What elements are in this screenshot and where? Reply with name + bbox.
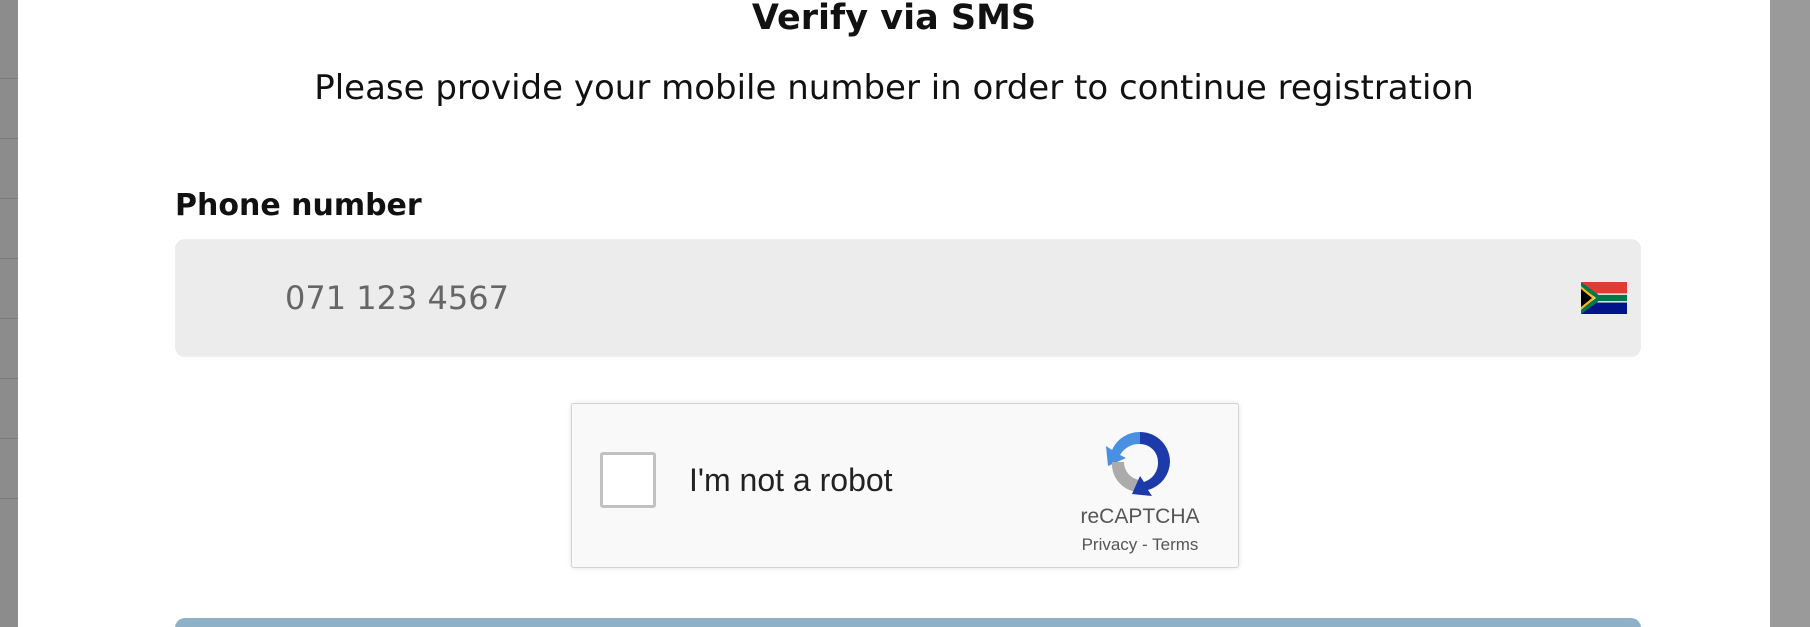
recaptcha-links: Privacy - Terms xyxy=(1048,535,1232,555)
recaptcha-label: I'm not a robot xyxy=(689,462,893,498)
continue-button[interactable] xyxy=(175,618,1641,627)
modal-title: Verify via SMS xyxy=(751,0,1037,38)
south-africa-flag-icon[interactable] xyxy=(1581,282,1627,314)
recaptcha-link-separator: - xyxy=(1142,535,1148,554)
verify-sms-modal: Verify via SMS Please provide your mobil… xyxy=(18,0,1770,627)
backdrop-right xyxy=(1770,0,1810,627)
phone-number-field[interactable] xyxy=(175,239,1641,357)
recaptcha-terms-link[interactable]: Terms xyxy=(1152,535,1198,554)
recaptcha-checkbox[interactable] xyxy=(600,452,656,508)
backdrop-left xyxy=(0,0,18,627)
recaptcha-logo-icon xyxy=(1106,431,1170,496)
recaptcha-widget: I'm not a robot reCAPTCHA Privacy - Term… xyxy=(571,403,1239,568)
phone-number-label: Phone number xyxy=(175,188,422,223)
phone-number-input[interactable] xyxy=(285,239,1485,357)
modal-subtitle: Please provide your mobile number in ord… xyxy=(314,68,1474,108)
recaptcha-brand: reCAPTCHA xyxy=(1080,505,1200,528)
recaptcha-privacy-link[interactable]: Privacy xyxy=(1082,535,1138,554)
